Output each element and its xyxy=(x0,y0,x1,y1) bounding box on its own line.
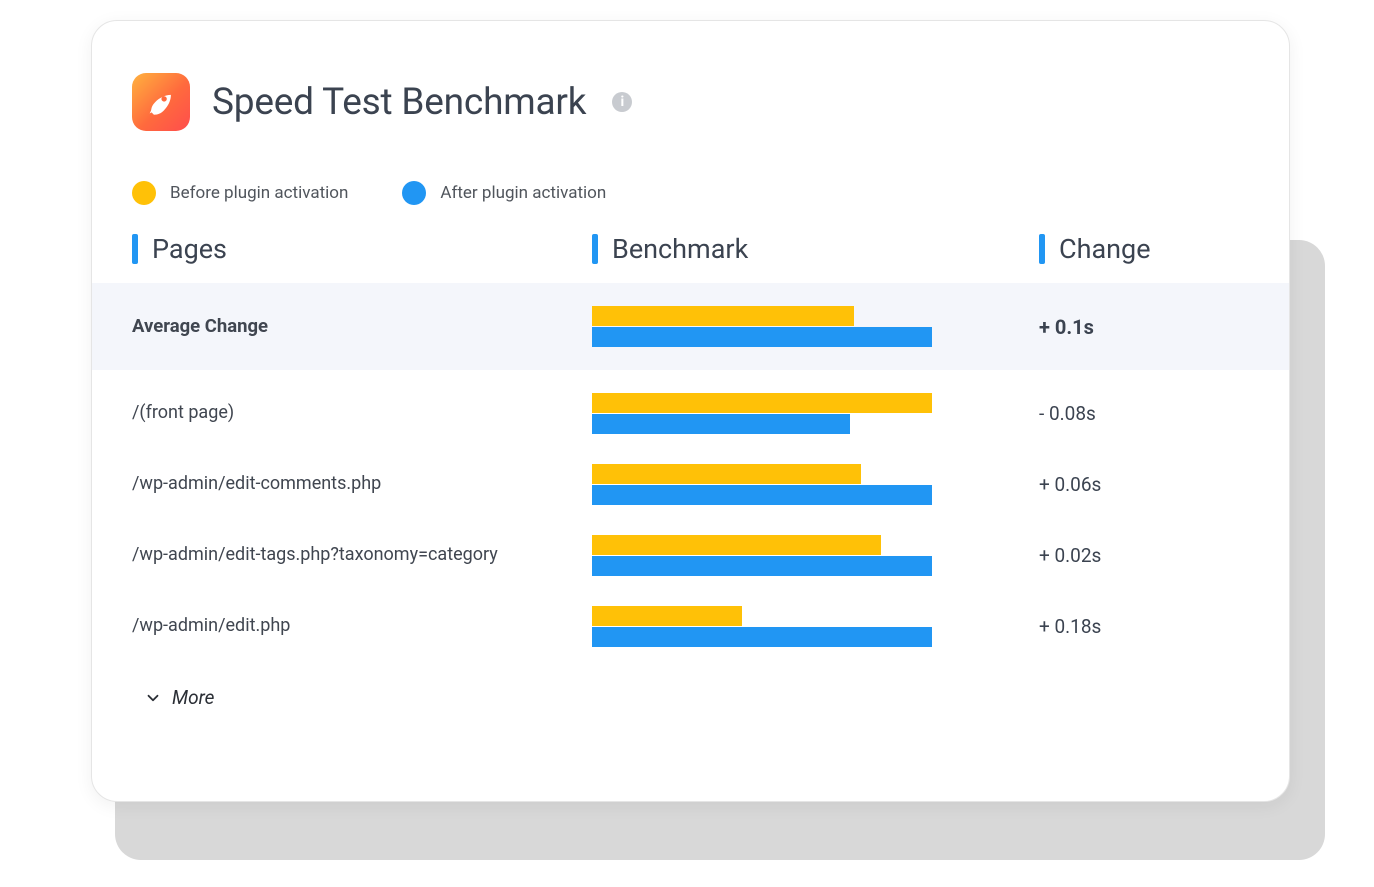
bar-after xyxy=(592,414,850,434)
row-change-value: - 0.08s xyxy=(1039,402,1249,425)
table-row: /wp-admin/edit-comments.php + 0.06s xyxy=(92,449,1289,520)
bar-after xyxy=(592,485,932,505)
column-header-pages-label: Pages xyxy=(152,233,227,265)
speed-test-panel: Speed Test Benchmark i Before plugin act… xyxy=(91,20,1290,802)
row-page-label: /wp-admin/edit-comments.php xyxy=(132,471,592,497)
more-button[interactable]: More xyxy=(144,686,214,709)
row-summary-label: Average Change xyxy=(132,313,592,340)
column-headers: Pages Benchmark Change xyxy=(92,233,1289,265)
legend: Before plugin activation After plugin ac… xyxy=(92,143,1289,233)
row-summary-change: + 0.1s xyxy=(1039,315,1249,339)
legend-dot-before xyxy=(132,181,156,205)
row-page-label: /wp-admin/edit.php xyxy=(132,613,592,639)
row-change-value: + 0.06s xyxy=(1039,473,1249,496)
table-row: /wp-admin/edit-tags.php?taxonomy=categor… xyxy=(92,520,1289,591)
row-summary: Average Change + 0.1s xyxy=(92,283,1289,370)
row-page-label: /wp-admin/edit-tags.php?taxonomy=categor… xyxy=(132,542,592,568)
column-header-benchmark: Benchmark xyxy=(592,233,1039,265)
column-header-change: Change xyxy=(1039,233,1249,265)
accent-bar-icon xyxy=(592,234,598,264)
chevron-down-icon xyxy=(144,689,162,707)
more-label: More xyxy=(172,686,214,709)
legend-label-after: After plugin activation xyxy=(440,183,606,203)
row-change-value: + 0.02s xyxy=(1039,544,1249,567)
bar-before xyxy=(592,606,742,626)
column-header-benchmark-label: Benchmark xyxy=(612,233,748,265)
rows-block: /(front page) - 0.08s/wp-admin/edit-comme… xyxy=(92,370,1289,662)
table-row: /(front page) - 0.08s xyxy=(92,378,1289,449)
bar-before xyxy=(592,306,854,326)
bar-after xyxy=(592,327,932,347)
accent-bar-icon xyxy=(132,234,138,264)
row-summary-bars xyxy=(592,305,932,348)
row-bars xyxy=(592,463,932,506)
panel-header: Speed Test Benchmark i xyxy=(92,21,1289,143)
bar-before xyxy=(592,393,932,413)
row-page-label: /(front page) xyxy=(132,400,592,426)
info-icon[interactable]: i xyxy=(612,92,632,112)
legend-label-before: Before plugin activation xyxy=(170,183,348,203)
column-header-pages: Pages xyxy=(132,233,592,265)
bar-before xyxy=(592,464,861,484)
row-bars xyxy=(592,605,932,648)
rocket-icon xyxy=(132,73,190,131)
table-row: /wp-admin/edit.php + 0.18s xyxy=(92,591,1289,662)
row-change-value: + 0.18s xyxy=(1039,615,1249,638)
accent-bar-icon xyxy=(1039,234,1045,264)
bar-before xyxy=(592,535,881,555)
panel-title: Speed Test Benchmark xyxy=(212,81,586,124)
column-header-change-label: Change xyxy=(1059,233,1151,265)
row-bars xyxy=(592,392,932,435)
bar-after xyxy=(592,556,932,576)
bar-after xyxy=(592,627,932,647)
legend-dot-after xyxy=(402,181,426,205)
row-bars xyxy=(592,534,932,577)
